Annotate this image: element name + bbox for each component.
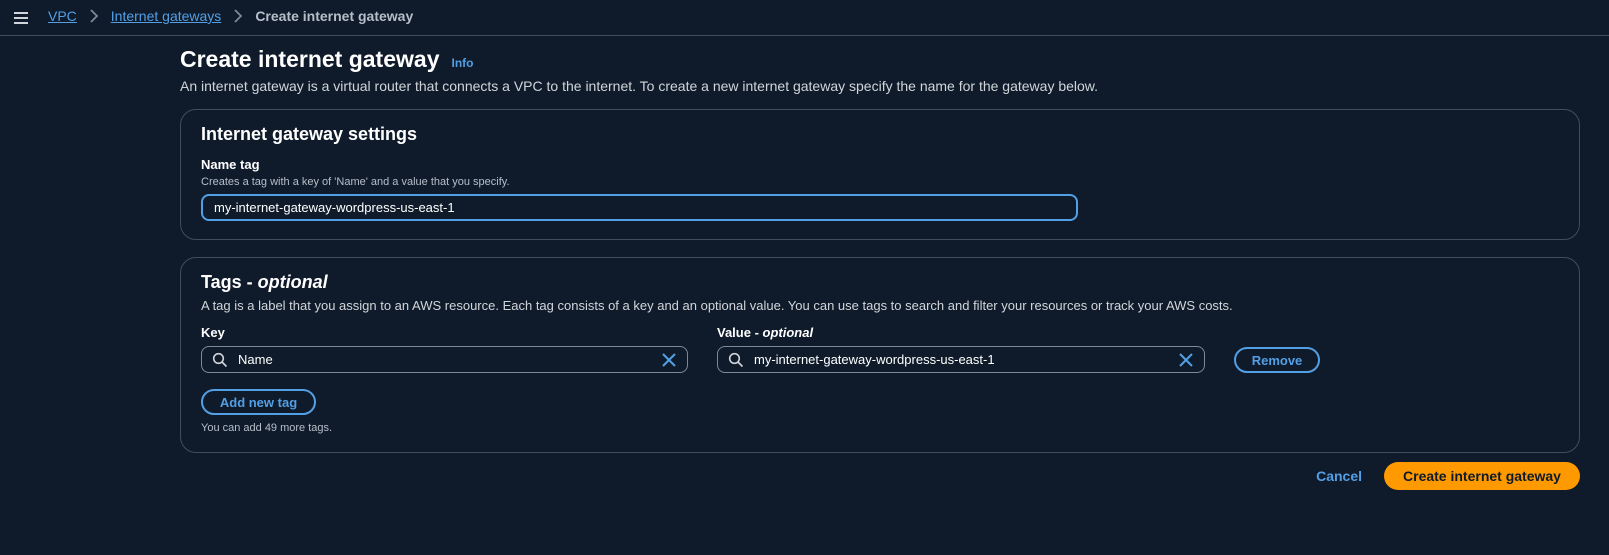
settings-panel-title: Internet gateway settings	[201, 124, 418, 144]
search-icon	[212, 352, 228, 367]
remove-tag-button[interactable]: Remove	[1234, 347, 1320, 373]
page-header: Create internet gateway Info	[180, 46, 473, 73]
breadcrumb-internet-gateways-link[interactable]: Internet gateways	[111, 8, 222, 24]
name-tag-label: Name tag	[201, 157, 260, 172]
tag-value-value: my-internet-gateway-wordpress-us-east-1	[754, 352, 995, 367]
name-tag-input[interactable]: my-internet-gateway-wordpress-us-east-1	[201, 194, 1078, 221]
tag-value-input[interactable]: my-internet-gateway-wordpress-us-east-1	[717, 346, 1205, 373]
tag-key-label: Key	[201, 325, 225, 340]
chevron-right-icon	[89, 9, 99, 23]
close-icon[interactable]	[661, 352, 677, 368]
chevron-right-icon	[233, 9, 243, 23]
tag-key-value: Name	[238, 352, 273, 367]
search-icon	[728, 352, 744, 367]
close-icon[interactable]	[1178, 352, 1194, 368]
page-title: Create internet gateway	[180, 46, 440, 72]
tags-description: A tag is a label that you assign to an A…	[201, 298, 1233, 313]
tag-key-input[interactable]: Name	[201, 346, 688, 373]
tags-panel: Tags - optional A tag is a label that yo…	[180, 257, 1580, 453]
hamburger-menu-icon[interactable]	[12, 9, 30, 25]
tag-value-label-text: Value -	[717, 325, 763, 340]
tags-title-optional: optional	[257, 272, 328, 292]
internet-gateway-settings-panel: Internet gateway settings Name tag Creat…	[180, 109, 1580, 240]
tags-limit-text: You can add 49 more tags.	[201, 422, 333, 434]
add-new-tag-button[interactable]: Add new tag	[201, 389, 316, 415]
breadcrumb-vpc-link[interactable]: VPC	[48, 8, 77, 24]
breadcrumb-current-page: Create internet gateway	[255, 8, 414, 24]
page-description: An internet gateway is a virtual router …	[180, 78, 1099, 94]
create-internet-gateway-button[interactable]: Create internet gateway	[1384, 462, 1580, 490]
tag-value-label-optional: optional	[762, 325, 814, 340]
name-tag-description: Creates a tag with a key of 'Name' and a…	[201, 176, 510, 188]
tag-value-label: Value - optional	[717, 325, 813, 340]
form-actions: Cancel Create internet gateway	[1316, 462, 1580, 490]
top-navigation-bar: VPC Internet gateways Create internet ga…	[0, 0, 1609, 36]
info-link[interactable]: Info	[451, 56, 473, 70]
breadcrumb: VPC Internet gateways Create internet ga…	[48, 8, 413, 24]
tags-title-text: Tags -	[201, 272, 258, 292]
tags-panel-title: Tags - optional	[201, 272, 328, 293]
cancel-button[interactable]: Cancel	[1316, 468, 1362, 484]
